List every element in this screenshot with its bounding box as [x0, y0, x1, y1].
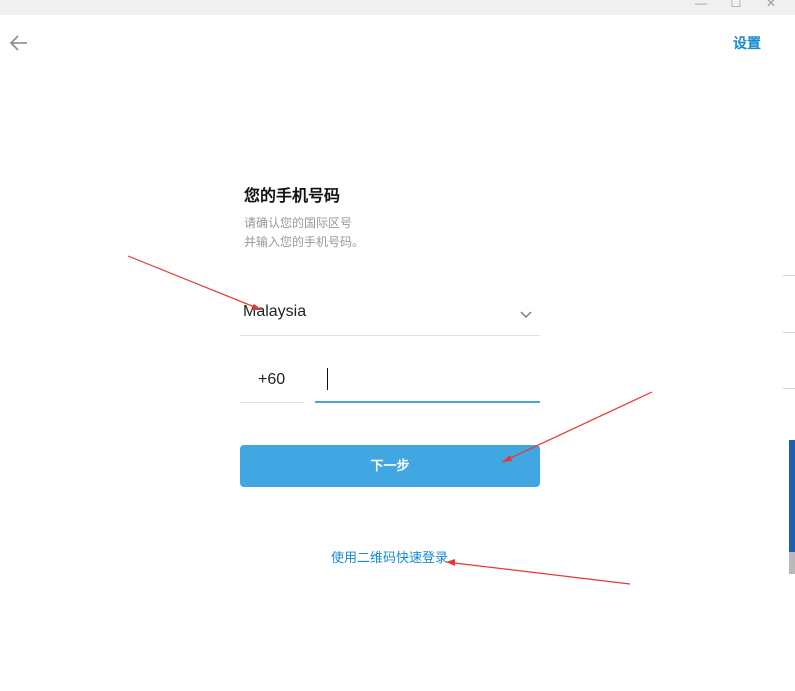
country-name: Malaysia [243, 303, 307, 320]
edge-divider [783, 332, 795, 333]
edge-divider [783, 388, 795, 389]
page-title: 您的手机号码 [244, 188, 341, 205]
country-select[interactable]: Malaysia [240, 296, 540, 336]
back-button[interactable] [8, 33, 30, 53]
page-description: 请确认您的国际区号 并输入您的手机号码。 [244, 214, 364, 252]
edge-divider [783, 275, 795, 276]
annotation-arrow [445, 561, 631, 585]
phone-number-input[interactable] [315, 362, 540, 403]
annotation-arrows [127, 255, 653, 585]
description-line: 请确认您的国际区号 [244, 216, 353, 230]
edge-accent [789, 440, 795, 552]
qr-login-link[interactable]: 使用二维码快速登录 [331, 547, 448, 566]
text-caret [327, 368, 328, 390]
arrow-left-icon [9, 35, 27, 51]
settings-link[interactable]: 设置 [733, 33, 761, 53]
close-button[interactable]: ✕ [761, 0, 781, 11]
edge-scroll [789, 552, 795, 574]
window-titlebar: — ☐ ✕ [0, 0, 795, 15]
chevron-down-icon [520, 311, 532, 318]
minimize-button[interactable]: — [691, 0, 711, 11]
background-window-edge [783, 15, 795, 691]
next-button[interactable]: 下一步 [240, 445, 540, 487]
description-line: 并输入您的手机号码。 [244, 235, 365, 249]
country-code-field[interactable]: +60 [240, 362, 304, 403]
country-code: +60 [258, 371, 286, 388]
maximize-button[interactable]: ☐ [726, 0, 746, 11]
